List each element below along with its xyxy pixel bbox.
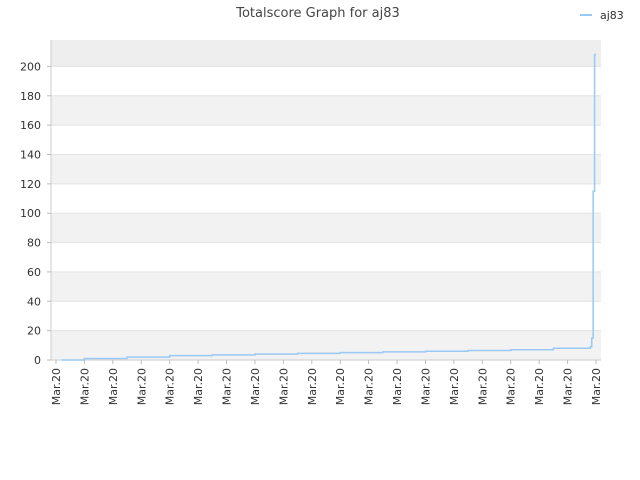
y-tick-label: 120 bbox=[20, 178, 41, 191]
x-tick-label: Mar.20 bbox=[562, 368, 575, 405]
x-tick-label: Mar.20 bbox=[50, 368, 63, 405]
plot-background bbox=[51, 40, 601, 360]
plot-band bbox=[51, 213, 601, 243]
legend-label: aj83 bbox=[600, 9, 624, 22]
plot-area: 0 20 40 60 80 100 120 140 160 180 200 Mar.20 Mar.20 M… bbox=[20, 40, 603, 405]
x-tick-label: Mar.20 bbox=[249, 368, 262, 405]
plot-band bbox=[51, 154, 601, 184]
y-tick-label: 180 bbox=[20, 90, 41, 103]
chart: Totalscore Graph for aj83 aj83 0 20 40 60 80… bbox=[20, 6, 624, 405]
y-tick-label: 200 bbox=[20, 60, 41, 73]
chart-title: Totalscore Graph for aj83 bbox=[235, 6, 400, 21]
x-tick-label: Mar.20 bbox=[135, 368, 148, 405]
x-tick-label: Mar.20 bbox=[107, 368, 120, 405]
x-tick-label: Mar.20 bbox=[533, 368, 546, 405]
x-tick-label: Mar.20 bbox=[391, 368, 404, 405]
x-tick-label: Mar.20 bbox=[164, 368, 177, 405]
x-tick-label: Mar.20 bbox=[277, 368, 290, 405]
y-tick-label: 60 bbox=[27, 266, 41, 279]
plot-band-top bbox=[51, 40, 601, 67]
plot-band bbox=[51, 330, 601, 360]
y-tick-label: 160 bbox=[20, 119, 41, 132]
x-tick-label: Mar.20 bbox=[590, 368, 603, 405]
y-tick-label: 0 bbox=[34, 354, 41, 367]
x-tick-label: Mar.20 bbox=[306, 368, 319, 405]
x-tick-label: Mar.20 bbox=[192, 368, 205, 405]
x-tick-label: Mar.20 bbox=[419, 368, 432, 405]
x-tick-label: Mar.20 bbox=[221, 368, 234, 405]
x-tick-label: Mar.20 bbox=[78, 368, 91, 405]
x-tick-label: Mar.20 bbox=[476, 368, 489, 405]
y-tick-label: 140 bbox=[20, 148, 41, 161]
y-tick-label: 80 bbox=[27, 237, 41, 250]
plot-band bbox=[51, 271, 601, 302]
legend: aj83 bbox=[580, 9, 624, 22]
y-tick-label: 100 bbox=[20, 207, 41, 220]
y-tick-label: 20 bbox=[27, 325, 41, 338]
x-tick-label: Mar.20 bbox=[363, 368, 376, 405]
x-tick-label: Mar.20 bbox=[448, 368, 461, 405]
x-tick-label: Mar.20 bbox=[505, 368, 518, 405]
plot-band bbox=[51, 95, 601, 126]
y-tick-label: 40 bbox=[27, 295, 41, 308]
x-tick-label: Mar.20 bbox=[334, 368, 347, 405]
